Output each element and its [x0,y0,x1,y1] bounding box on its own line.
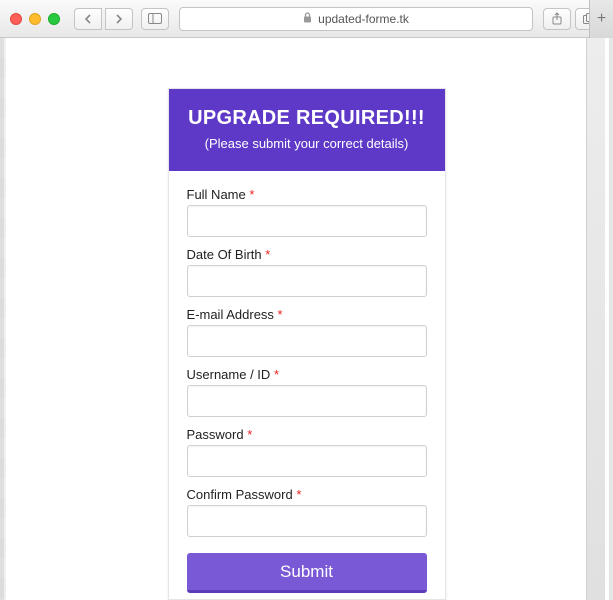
label-username: Username / ID * [187,367,427,382]
form-body: Full Name * Date Of Birth * E-mail Addre… [169,171,445,600]
share-button[interactable] [543,8,571,30]
field-username: Username / ID * [187,367,427,417]
field-password: Password * [187,427,427,477]
field-fullname: Full Name * [187,187,427,237]
url-text: updated-forme.tk [318,12,409,26]
close-window-button[interactable] [10,13,22,25]
input-email[interactable] [187,325,427,357]
label-fullname: Full Name * [187,187,427,202]
label-password: Password * [187,427,427,442]
field-dob: Date Of Birth * [187,247,427,297]
lock-icon [303,12,312,26]
sidebar-toggle-button[interactable] [141,8,169,30]
upgrade-form-card: UPGRADE REQUIRED!!! (Please submit your … [168,88,446,600]
form-title: UPGRADE REQUIRED!!! [179,107,435,130]
submit-button[interactable]: Submit [187,553,427,593]
input-password[interactable] [187,445,427,477]
browser-toolbar: updated-forme.tk + [0,0,613,38]
back-button[interactable] [74,8,102,30]
input-dob[interactable] [187,265,427,297]
page-content: UPGRADE REQUIRED!!! (Please submit your … [0,38,613,600]
maximize-window-button[interactable] [48,13,60,25]
navigation-buttons [74,8,133,30]
forward-button[interactable] [105,8,133,30]
label-confirm-password: Confirm Password * [187,487,427,502]
field-email: E-mail Address * [187,307,427,357]
input-confirm-password[interactable] [187,505,427,537]
form-subtitle: (Please submit your correct details) [179,136,435,151]
window-controls [10,13,60,25]
url-bar[interactable]: updated-forme.tk [179,7,533,31]
new-tab-button[interactable]: + [589,0,613,38]
label-email: E-mail Address * [187,307,427,322]
label-dob: Date Of Birth * [187,247,427,262]
field-confirm-password: Confirm Password * [187,487,427,537]
input-fullname[interactable] [187,205,427,237]
minimize-window-button[interactable] [29,13,41,25]
left-window-edge [0,38,6,600]
form-header: UPGRADE REQUIRED!!! (Please submit your … [169,89,445,171]
input-username[interactable] [187,385,427,417]
